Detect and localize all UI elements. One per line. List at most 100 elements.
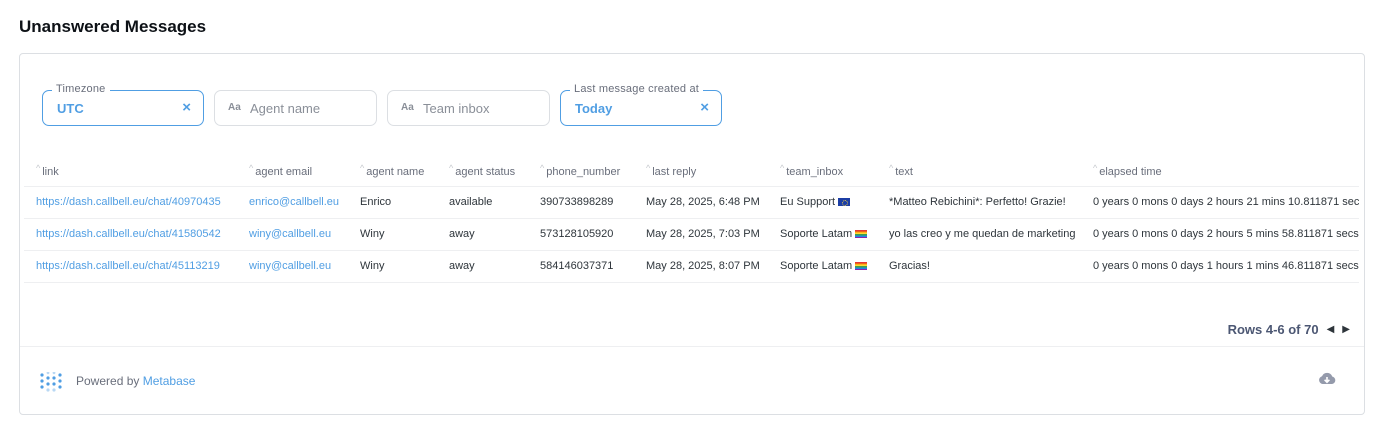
team-inbox-filter[interactable]: Aa Team inbox <box>387 90 550 126</box>
cell-link[interactable]: https://dash.callbell.eu/chat/45113219 <box>24 250 237 283</box>
column-header-label: last reply <box>652 166 697 179</box>
cell-value: https://dash.callbell.eu/chat/40970435 <box>36 196 221 208</box>
cell-elapsed-time: 0 years 0 mons 0 days 2 hours 5 mins 58.… <box>1081 218 1359 251</box>
cell-agent-email[interactable]: enrico@callbell.eu <box>237 186 348 219</box>
sort-caret-icon: ^ <box>449 163 454 174</box>
cell-value: yo las creo y me quedan de marketing <box>889 228 1076 240</box>
metabase-logo-icon[interactable] <box>40 372 62 392</box>
sort-caret-icon: ^ <box>360 163 365 174</box>
column-header[interactable]: ^ agent email <box>237 156 348 187</box>
column-header-label: link <box>42 166 59 179</box>
column-header-label: phone_number <box>546 166 621 179</box>
cell-agent-email[interactable]: winy@callbell.eu <box>237 218 348 251</box>
cell-value: 0 years 0 mons 0 days 2 hours 5 mins 58.… <box>1093 228 1359 240</box>
cell-text: yo las creo y me quedan de marketing <box>877 218 1081 251</box>
table-header-row: ^ link ^ agent email ^ agent name ^ agent statu… <box>24 156 1359 187</box>
metabase-link[interactable]: Metabase <box>143 374 196 388</box>
column-header-label: agent status <box>455 166 516 179</box>
cell-agent-name: Winy <box>348 250 437 283</box>
text-type-icon: Aa <box>228 102 241 113</box>
column-header[interactable]: ^ team_inbox <box>768 156 877 187</box>
sort-caret-icon: ^ <box>780 163 785 174</box>
cell-last-reply: May 28, 2025, 7:03 PM <box>634 218 768 251</box>
cell-team-inbox: Eu Support <box>768 186 877 219</box>
text-type-icon: Aa <box>401 102 414 113</box>
cell-agent-email[interactable]: winy@callbell.eu <box>237 250 348 283</box>
cell-link[interactable]: https://dash.callbell.eu/chat/41580542 <box>24 218 237 251</box>
sort-caret-icon: ^ <box>36 163 41 174</box>
eu-flag-icon <box>838 198 851 206</box>
cell-value: away <box>449 260 475 272</box>
cell-team-inbox: Soporte Latam <box>768 250 877 283</box>
previous-page-icon[interactable]: ◀ <box>1327 324 1335 335</box>
cell-value: Winy <box>360 228 385 240</box>
cell-agent-status: away <box>437 250 528 283</box>
cell-phone-number: 390733898289 <box>528 186 634 219</box>
sort-caret-icon: ^ <box>249 163 254 174</box>
timezone-filter-value: UTC <box>57 101 84 116</box>
cell-value: *Matteo Rebichini*: Perfetto! Grazie! <box>889 196 1066 208</box>
embedded-question-card: Timezone UTC × Aa Agent name Aa Team inb… <box>19 53 1365 415</box>
cell-link[interactable]: https://dash.callbell.eu/chat/40970435 <box>24 186 237 219</box>
column-header[interactable]: ^ last reply <box>634 156 768 187</box>
cell-phone-number: 584146037371 <box>528 250 634 283</box>
cell-agent-name: Winy <box>348 218 437 251</box>
cell-value: Enrico <box>360 196 392 208</box>
last-message-filter-value: Today <box>575 101 613 116</box>
cell-value: 573128105920 <box>540 228 614 240</box>
rainbow-flag-icon <box>855 262 868 270</box>
cell-value: May 28, 2025, 8:07 PM <box>646 260 760 272</box>
last-message-filter[interactable]: Last message created at Today × <box>560 83 722 126</box>
sort-caret-icon: ^ <box>540 163 545 174</box>
cell-value: Winy <box>360 260 385 272</box>
cell-value: May 28, 2025, 6:48 PM <box>646 196 760 208</box>
last-message-clear-icon[interactable]: × <box>700 99 709 116</box>
column-header[interactable]: ^ text <box>877 156 1081 187</box>
column-header[interactable]: ^ phone_number <box>528 156 634 187</box>
cell-value: available <box>449 196 493 208</box>
timezone-filter[interactable]: Timezone UTC × <box>42 83 204 126</box>
timezone-clear-icon[interactable]: × <box>182 99 191 116</box>
powered-by-label: Powered by <box>76 374 140 388</box>
cell-value: 390733898289 <box>540 196 614 208</box>
cell-agent-name: Enrico <box>348 186 437 219</box>
cell-value: 584146037371 <box>540 260 614 272</box>
column-header[interactable]: ^ link <box>24 156 237 187</box>
results-table: ^ link ^ agent email ^ agent name ^ agent statu… <box>24 156 1359 283</box>
column-header[interactable]: ^ elapsed time <box>1081 156 1359 187</box>
cell-text: Gracias! <box>877 250 1081 283</box>
column-header-label: agent name <box>366 166 425 179</box>
cell-team-inbox: Soporte Latam <box>768 218 877 251</box>
next-page-icon[interactable]: ▶ <box>1342 324 1350 335</box>
download-icon[interactable] <box>1318 371 1336 387</box>
cell-elapsed-time: 0 years 0 mons 0 days 2 hours 21 mins 10… <box>1081 186 1359 219</box>
column-header-label: text <box>895 166 913 179</box>
timezone-filter-legend: Timezone <box>52 83 110 95</box>
pagination: Rows 4-6 of 70 ◀ ▶ <box>1228 322 1350 337</box>
agent-name-filter[interactable]: Aa Agent name <box>214 90 377 126</box>
column-header[interactable]: ^ agent name <box>348 156 437 187</box>
cell-value: https://dash.callbell.eu/chat/41580542 <box>36 228 221 240</box>
cell-value: winy@callbell.eu <box>249 228 332 240</box>
cell-value: Eu Support <box>780 196 836 208</box>
cell-value: May 28, 2025, 7:03 PM <box>646 228 760 240</box>
team-inbox-filter-placeholder: Team inbox <box>423 101 490 116</box>
cell-value: Gracias! <box>889 260 930 272</box>
pagination-label: Rows 4-6 of 70 <box>1227 322 1319 337</box>
table-row: https://dash.callbell.eu/chat/41580542 wi… <box>24 218 1359 251</box>
cell-elapsed-time: 0 years 0 mons 0 days 1 hours 1 mins 46.… <box>1081 250 1359 283</box>
cell-value: away <box>449 228 475 240</box>
column-header[interactable]: ^ agent status <box>437 156 528 187</box>
sort-caret-icon: ^ <box>646 163 651 174</box>
rainbow-flag-icon <box>855 230 868 238</box>
agent-name-filter-placeholder: Agent name <box>250 101 321 116</box>
column-header-label: agent email <box>255 166 313 179</box>
cell-last-reply: May 28, 2025, 8:07 PM <box>634 250 768 283</box>
cell-last-reply: May 28, 2025, 6:48 PM <box>634 186 768 219</box>
cell-value: https://dash.callbell.eu/chat/45113219 <box>36 260 220 272</box>
cell-value: enrico@callbell.eu <box>249 196 340 208</box>
table-row: https://dash.callbell.eu/chat/40970435 en… <box>24 186 1359 219</box>
cell-phone-number: 573128105920 <box>528 218 634 251</box>
column-header-label: elapsed time <box>1099 166 1162 179</box>
column-header-label: team_inbox <box>786 166 844 179</box>
